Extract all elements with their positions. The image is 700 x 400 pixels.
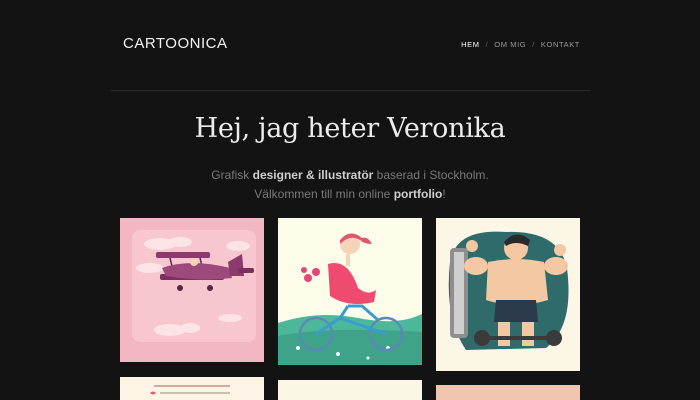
hero-subtitle-line-1: Grafisk designer & illustratör baserad i… bbox=[211, 168, 489, 182]
nav-separator: / bbox=[485, 40, 489, 49]
cream-illustration bbox=[278, 380, 422, 400]
text-card-illustration bbox=[120, 377, 264, 400]
main-nav: HEM / OM MIG / KONTAKT bbox=[461, 40, 580, 49]
portfolio-item-airplane[interactable] bbox=[120, 218, 264, 362]
portfolio-item-cream[interactable] bbox=[278, 380, 422, 400]
airplane-illustration bbox=[120, 218, 264, 362]
nav-item-om-mig[interactable]: OM MIG bbox=[494, 40, 526, 49]
hero-subtitle-line-2: Välkommen till min online portfolio! bbox=[254, 186, 446, 201]
nav-item-hem[interactable]: HEM bbox=[461, 40, 479, 49]
site-logo[interactable]: CARTOONICA bbox=[123, 35, 227, 52]
nav-separator: / bbox=[532, 40, 535, 49]
peach-illustration bbox=[436, 385, 580, 400]
portfolio-item-bodybuilder[interactable] bbox=[436, 218, 580, 371]
hero-subtitle: Grafisk designer & illustratör baserad i… bbox=[0, 166, 700, 203]
hero-title: Hej, jag heter Veronika bbox=[194, 113, 506, 144]
bodybuilder-illustration bbox=[436, 218, 580, 371]
portfolio-item-text-card[interactable] bbox=[120, 377, 264, 400]
bicycle-girl-illustration bbox=[278, 218, 422, 365]
portfolio-item-bicycle-girl[interactable] bbox=[278, 218, 422, 365]
nav-item-kontakt[interactable]: KONTAKT bbox=[541, 40, 580, 49]
portfolio-item-peach[interactable] bbox=[436, 385, 580, 400]
site-header: CARTOONICA HEM / OM MIG / KONTAKT bbox=[110, 0, 590, 91]
